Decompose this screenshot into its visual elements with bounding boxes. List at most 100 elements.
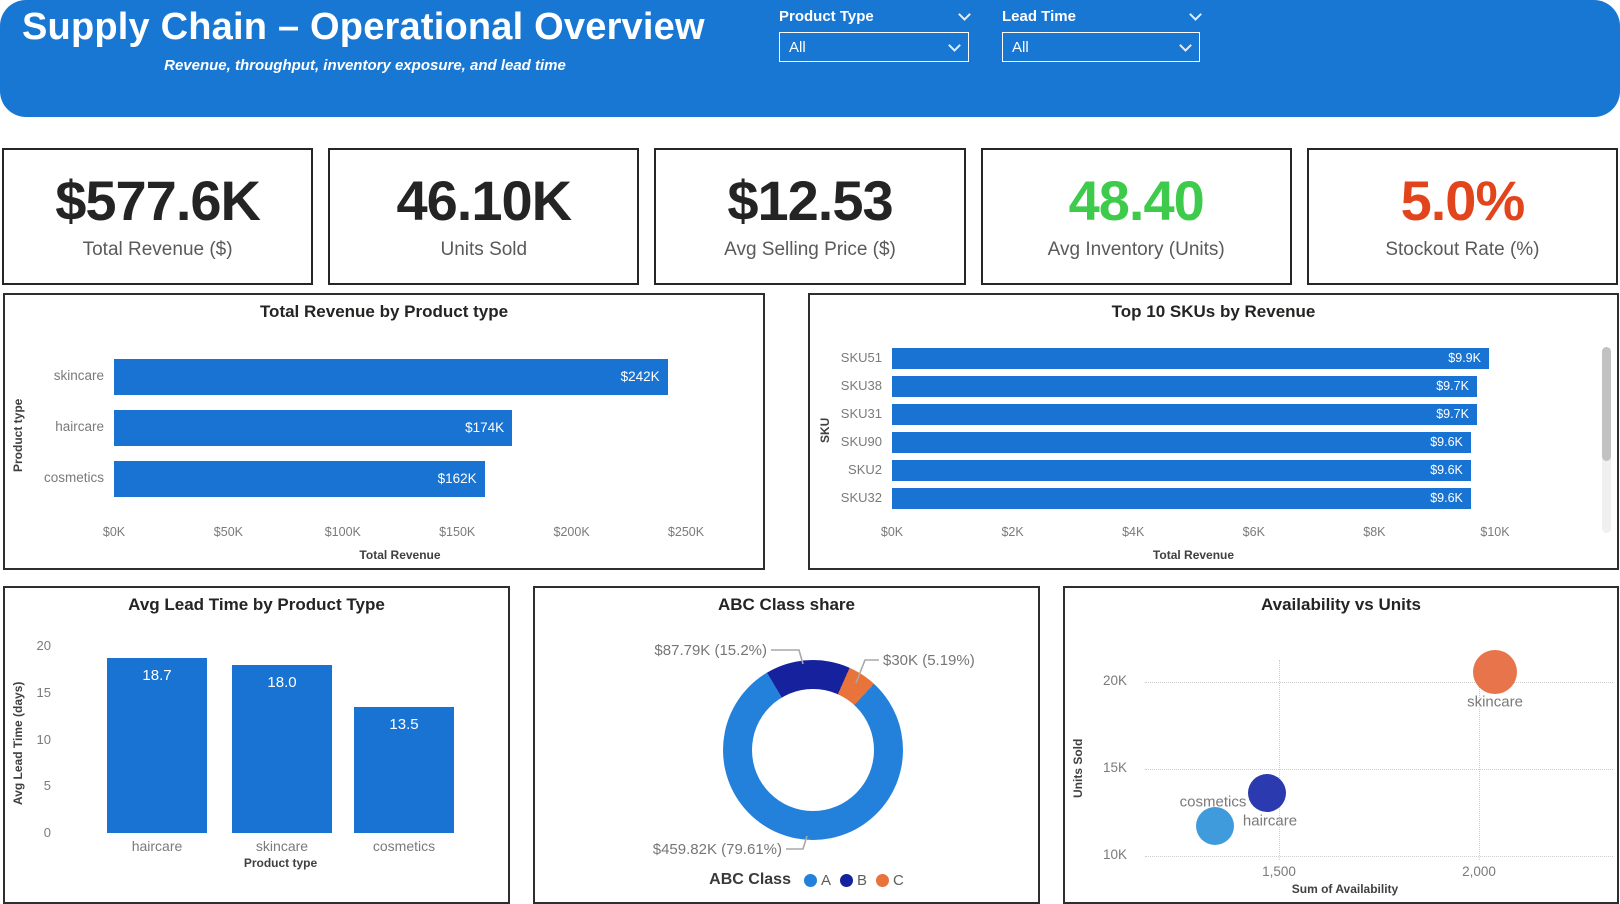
legend-label: A bbox=[821, 872, 831, 889]
kpi-stockout-rate: 5.0% Stockout Rate (%) bbox=[1307, 148, 1618, 285]
category-label: SKU32 bbox=[810, 490, 882, 505]
plot-area: SKU51$9.9KSKU38$9.7KSKU31$9.7KSKU90$9.6K… bbox=[810, 295, 1617, 568]
category-label: haircare bbox=[5, 419, 104, 434]
bar-value-label: 18.0 bbox=[232, 674, 332, 691]
point-label: haircare bbox=[1243, 813, 1297, 830]
legend-swatch bbox=[876, 874, 889, 887]
plot-area: skincare$242Khaircare$174Kcosmetics$162K… bbox=[5, 295, 763, 568]
legend-item[interactable]: C bbox=[876, 872, 904, 889]
bar-value-label: $9.6K bbox=[892, 435, 1463, 449]
bar-value-label: $9.9K bbox=[892, 351, 1481, 365]
kpi-row: $577.6K Total Revenue ($) 46.10K Units S… bbox=[2, 148, 1618, 285]
axis-tick-label: $250K bbox=[668, 525, 704, 539]
gridline bbox=[1145, 856, 1613, 857]
kpi-units-sold: 46.10K Units Sold bbox=[328, 148, 639, 285]
gridline bbox=[1279, 660, 1280, 860]
chevron-down-icon bbox=[958, 8, 971, 21]
chart-revenue-by-product-type: Total Revenue by Product type Product ty… bbox=[3, 293, 765, 570]
legend-item[interactable]: A bbox=[804, 872, 831, 889]
scatter-point[interactable] bbox=[1196, 807, 1234, 845]
axis-tick-label: 10 bbox=[19, 732, 51, 747]
gridline bbox=[1145, 769, 1613, 770]
slicer-product-type-header[interactable]: Product Type bbox=[779, 4, 969, 28]
axis-tick-label: $0K bbox=[881, 525, 903, 539]
kpi-value: 46.10K bbox=[397, 172, 572, 231]
category-label: haircare bbox=[107, 838, 207, 854]
scrollbar-thumb[interactable] bbox=[1602, 347, 1611, 461]
bar-value-label: 13.5 bbox=[354, 716, 454, 733]
bar-value-label: $162K bbox=[114, 471, 477, 486]
axis-tick-label: 15 bbox=[19, 685, 51, 700]
slice-label-a: $459.82K (79.61%) bbox=[640, 841, 782, 858]
gridline bbox=[1145, 682, 1613, 683]
category-label: cosmetics bbox=[354, 838, 454, 854]
plot-area: $87.79K (15.2%) $30K (5.19%) $459.82K (79.… bbox=[535, 588, 1038, 902]
slicer-product-type: Product Type All bbox=[779, 4, 969, 62]
bar[interactable] bbox=[107, 658, 207, 833]
axis-tick-label: 1,500 bbox=[1262, 864, 1296, 879]
kpi-value: $12.53 bbox=[727, 172, 892, 231]
kpi-label: Stockout Rate (%) bbox=[1385, 239, 1539, 261]
bar-value-label: $9.6K bbox=[892, 491, 1463, 505]
point-label: cosmetics bbox=[1180, 794, 1247, 811]
legend-swatch bbox=[840, 874, 853, 887]
legend-label: B bbox=[857, 872, 867, 889]
axis-tick-label: 2,000 bbox=[1462, 864, 1496, 879]
kpi-label: Avg Selling Price ($) bbox=[724, 239, 896, 261]
legend: ABC Class A BC bbox=[535, 871, 1038, 889]
kpi-label: Avg Inventory (Units) bbox=[1048, 239, 1225, 261]
plot-area: 0510152018.7haircare18.0skincare13.5cosm… bbox=[5, 588, 508, 902]
slicer-lead-time-header[interactable]: Lead Time bbox=[1002, 4, 1200, 28]
category-label: skincare bbox=[232, 838, 332, 854]
kpi-value: 48.40 bbox=[1069, 172, 1204, 231]
kpi-avg-inventory: 48.40 Avg Inventory (Units) bbox=[981, 148, 1292, 285]
bar-value-label: $9.7K bbox=[892, 407, 1469, 421]
axis-tick-label: 5 bbox=[19, 778, 51, 793]
dropdown-value: All bbox=[1012, 39, 1029, 56]
legend-item[interactable]: B bbox=[840, 872, 867, 889]
kpi-total-revenue: $577.6K Total Revenue ($) bbox=[2, 148, 313, 285]
chevron-down-icon bbox=[948, 39, 961, 52]
page-title: Supply Chain – Operational Overview bbox=[22, 6, 705, 49]
plot-area: 10K15K20K1,5002,000cosmeticshaircareskin… bbox=[1065, 588, 1617, 902]
chart-availability-vs-units: Availability vs Units Units Sold Sum of … bbox=[1063, 586, 1619, 904]
bar-value-label: $9.6K bbox=[892, 463, 1463, 477]
category-label: skincare bbox=[5, 368, 104, 383]
legend-title: ABC Class bbox=[709, 871, 791, 889]
kpi-value: 5.0% bbox=[1401, 172, 1525, 231]
scatter-point[interactable] bbox=[1248, 774, 1286, 812]
dropdown-value: All bbox=[789, 39, 806, 56]
axis-tick-label: 20 bbox=[19, 638, 51, 653]
scatter-point[interactable] bbox=[1473, 650, 1517, 694]
donut-ring[interactable] bbox=[723, 660, 903, 840]
chart-avg-lead-time: Avg Lead Time by Product Type Avg Lead T… bbox=[3, 586, 510, 904]
chevron-down-icon bbox=[1179, 39, 1192, 52]
axis-tick-label: $6K bbox=[1243, 525, 1265, 539]
chart-abc-class-share: ABC Class share $87.79K (15.2%)$30K (5.1… bbox=[533, 586, 1040, 904]
slice-label-b: $87.79K (15.2%) bbox=[625, 642, 767, 659]
category-label: SKU51 bbox=[810, 350, 882, 365]
slicer-lead-time: Lead Time All bbox=[1002, 4, 1200, 62]
category-label: SKU2 bbox=[810, 462, 882, 477]
product-type-dropdown[interactable]: All bbox=[779, 32, 969, 62]
category-label: SKU31 bbox=[810, 406, 882, 421]
axis-tick-label: $200K bbox=[554, 525, 590, 539]
slicer-label: Product Type bbox=[779, 8, 874, 25]
bar-value-label: $9.7K bbox=[892, 379, 1469, 393]
axis-tick-label: 20K bbox=[1093, 673, 1127, 688]
legend-swatch bbox=[804, 874, 817, 887]
axis-tick-label: 0 bbox=[19, 825, 51, 840]
axis-tick-label: $50K bbox=[214, 525, 243, 539]
header-banner: Supply Chain – Operational Overview Reve… bbox=[0, 0, 1620, 117]
gridline bbox=[1479, 660, 1480, 860]
lead-time-dropdown[interactable]: All bbox=[1002, 32, 1200, 62]
point-label: skincare bbox=[1467, 693, 1523, 710]
kpi-value: $577.6K bbox=[55, 172, 260, 231]
axis-tick-label: $2K bbox=[1001, 525, 1023, 539]
axis-tick-label: $4K bbox=[1122, 525, 1144, 539]
slice-label-c: $30K (5.19%) bbox=[883, 652, 975, 669]
chart-top-skus-by-revenue: Top 10 SKUs by Revenue SKU Total Revenue… bbox=[808, 293, 1619, 570]
chevron-down-icon bbox=[1189, 8, 1202, 21]
bar-value-label: $174K bbox=[114, 420, 504, 435]
page-subtitle: Revenue, throughput, inventory exposure,… bbox=[20, 57, 710, 74]
